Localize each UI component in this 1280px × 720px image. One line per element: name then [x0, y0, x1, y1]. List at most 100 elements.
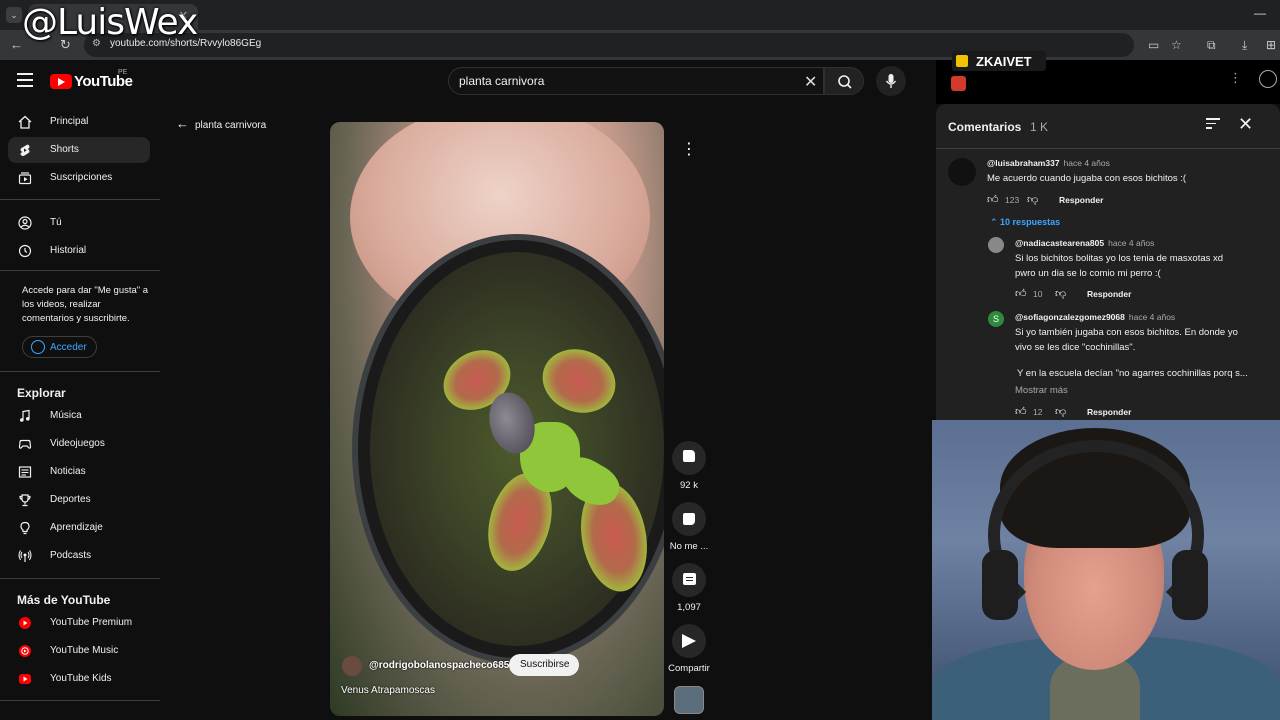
shorts-icon [20, 144, 30, 156]
thumb-down-icon [683, 513, 695, 525]
subscribe-button[interactable]: Suscribirse [509, 654, 579, 676]
account-icon[interactable] [1259, 70, 1277, 88]
sidebar-item-podcasts[interactable]: Podcasts [8, 543, 150, 569]
search-icon [838, 75, 852, 89]
more-options-icon[interactable]: ⋮ [1229, 70, 1242, 86]
share-button[interactable]: Compartir [664, 624, 714, 674]
like-count: 92 k [680, 480, 698, 491]
youtube-music-icon [19, 645, 31, 657]
search-input[interactable] [459, 74, 789, 88]
channel-avatar[interactable] [342, 656, 362, 676]
comment-icon [683, 573, 696, 585]
more-options-icon[interactable]: ⋮ [674, 136, 704, 164]
thumb-up-icon[interactable]: 👍︎ [987, 193, 999, 206]
sidebar-item-youtube-music[interactable]: YouTube Music [8, 638, 150, 664]
overlay-badge: ZKAIVET [952, 51, 1046, 71]
sidebar-divider [0, 371, 160, 372]
explore-heading: Explorar [17, 386, 66, 400]
sidebar-item-tu[interactable]: Tú [8, 210, 150, 236]
user-icon [18, 216, 32, 230]
sidebar-item-label: Shorts [50, 144, 79, 155]
comment-actions: 👍︎ 12 👎︎ Responder [1015, 405, 1135, 419]
sidebar-item-youtube-kids[interactable]: YouTube Kids [8, 666, 150, 692]
clear-search-icon[interactable]: ✕ [804, 72, 817, 92]
sidebar-item-label: YouTube Premium [50, 617, 133, 628]
search-button[interactable] [824, 67, 864, 95]
sidebar-item-musica[interactable]: Música [8, 403, 150, 429]
streamer-webcam [932, 420, 1280, 720]
close-icon[interactable]: ✕ [1238, 114, 1253, 135]
comment-author[interactable]: @sofiagonzalezgomez9068 hace 4 años [1015, 312, 1175, 322]
comment-author[interactable]: @luisabraham337 hace 4 años [987, 158, 1110, 168]
reply-button[interactable]: Responder [1087, 407, 1131, 417]
sidebar-item-label: YouTube Kids [50, 673, 112, 684]
reply-button[interactable]: Responder [1059, 195, 1103, 205]
short-video-player[interactable]: @rodrigobolanospacheco6858 Suscribirse V… [330, 122, 664, 716]
channel-name[interactable]: @rodrigobolanospacheco6858 [369, 660, 515, 671]
music-icon [20, 409, 30, 422]
like-button[interactable]: 92 k [664, 441, 714, 491]
menu-icon[interactable] [17, 73, 33, 87]
thumb-up-icon[interactable]: 👍︎ [1015, 405, 1027, 418]
sidebar-item-label: Videojuegos [50, 438, 105, 449]
sidebar-divider [0, 199, 160, 200]
reply-button[interactable]: Responder [1087, 289, 1131, 299]
bookmark-star-icon[interactable]: ☆ [1171, 38, 1182, 52]
sidebar-item-historial[interactable]: Historial [8, 238, 150, 264]
avatar[interactable]: S [988, 311, 1004, 327]
thumb-down-icon[interactable]: 👎︎ [1055, 405, 1066, 418]
streamer-watermark: @LuisWex [22, 2, 198, 43]
avatar[interactable] [988, 237, 1004, 253]
extensions-icon[interactable]: ⧉ [1207, 38, 1216, 53]
minimize-icon[interactable]: — [1254, 6, 1266, 20]
youtube-premium-icon [19, 617, 31, 629]
download-icon[interactable]: ⤓ [1242, 38, 1247, 53]
sidebar-divider [0, 700, 160, 701]
avatar[interactable] [948, 158, 976, 186]
comments-button[interactable]: 1,097 [664, 563, 714, 613]
screenshot-icon[interactable]: ⊞ [1266, 38, 1276, 52]
sidebar-item-label: Tú [50, 217, 62, 228]
sort-icon[interactable] [1206, 118, 1220, 130]
replies-toggle[interactable]: ⌃ 10 respuestas [990, 217, 1060, 228]
back-to-search-link[interactable]: ← planta carnivora [176, 116, 266, 131]
voice-search-button[interactable] [876, 66, 906, 96]
webcam-earcup-left [982, 550, 1018, 620]
sidebar-item-videojuegos[interactable]: Videojuegos [8, 431, 150, 457]
comment-author[interactable]: @nadiacastearena805 hace 4 años [1015, 238, 1154, 248]
dislike-button[interactable]: No me ... [664, 502, 714, 552]
youtube-kids-icon [19, 674, 31, 684]
comment-actions: 👍︎ 10 👎︎ Responder [1015, 287, 1135, 301]
trophy-icon [19, 494, 31, 507]
cast-icon[interactable]: ▭ [1148, 38, 1159, 52]
video-caption: Venus Atrapamoscas [341, 685, 435, 696]
chevron-up-icon: ⌃ [990, 217, 1001, 227]
thumb-down-icon[interactable]: 👎︎ [1027, 193, 1038, 206]
youtube-play-icon [50, 74, 72, 89]
subscriptions-icon [18, 172, 32, 185]
sidebar-item-aprendizaje[interactable]: Aprendizaje [8, 515, 150, 541]
comment-text: Me acuerdo cuando jugaba con esos bichit… [987, 173, 1187, 184]
thumb-down-icon[interactable]: 👎︎ [1055, 287, 1066, 300]
history-icon [18, 244, 32, 258]
badge-name: ZKAIVET [976, 54, 1032, 69]
tab-list-button[interactable]: ⌄ [6, 7, 22, 23]
signin-label: Acceder [50, 342, 87, 353]
thumb-up-icon[interactable]: 👍︎ [1015, 287, 1027, 300]
sidebar-item-principal[interactable]: Principal [8, 109, 150, 135]
sound-thumbnail[interactable] [674, 686, 704, 714]
comment-text: Si los bichitos bolitas yo los tenia de … [1015, 253, 1224, 279]
signin-button[interactable]: Acceder [22, 336, 97, 358]
sidebar-item-shorts[interactable]: Shorts [8, 137, 150, 163]
show-more-link[interactable]: Mostrar más [1015, 385, 1068, 396]
sidebar-item-deportes[interactable]: Deportes [8, 487, 150, 513]
comment-like-count: 123 [1005, 195, 1020, 205]
back-link-label: planta carnivora [195, 120, 267, 131]
sidebar-item-noticias[interactable]: Noticias [8, 459, 150, 485]
thumb-up-icon [683, 450, 695, 462]
comment-text: Si yo también jugaba con esos bichitos. … [1015, 327, 1238, 353]
sidebar-item-suscripciones[interactable]: Suscripciones [8, 165, 150, 191]
webcam-earcup-right [1172, 550, 1208, 620]
sidebar-item-label: Música [50, 410, 82, 421]
sidebar-item-youtube-premium[interactable]: YouTube Premium [8, 610, 150, 636]
